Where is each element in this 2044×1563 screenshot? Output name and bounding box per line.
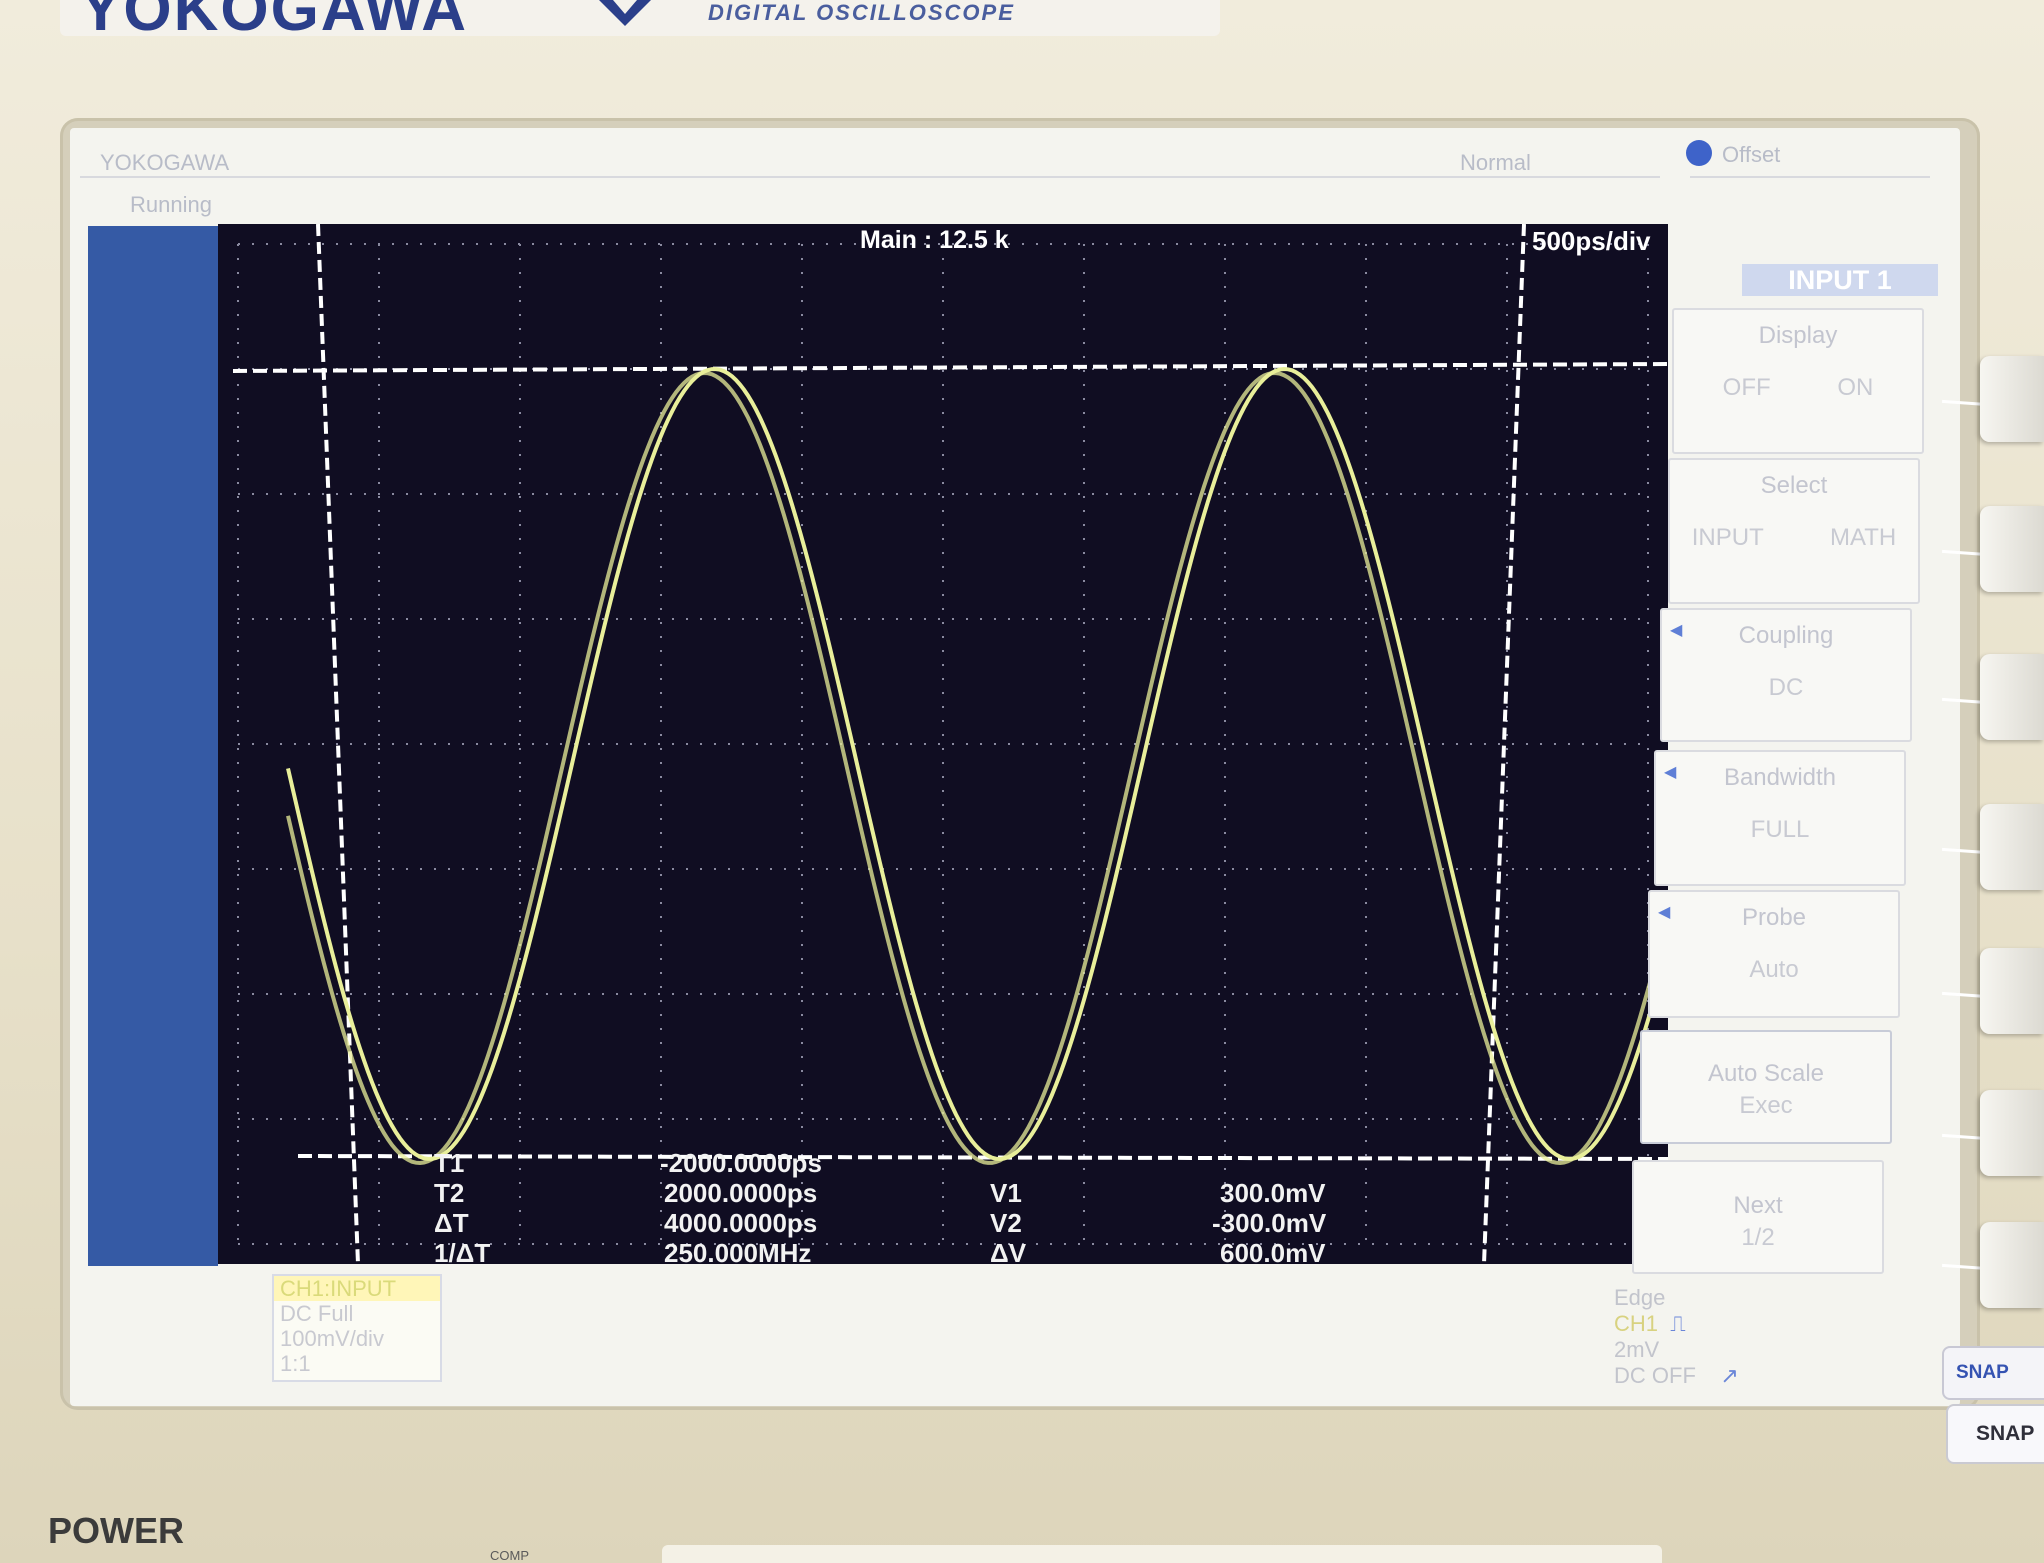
channel-coupling-label: DC Full — [280, 1301, 354, 1326]
t1-label: T1 — [434, 1148, 465, 1178]
v1-value: 300.0mV — [1220, 1178, 1326, 1208]
delta-v-value: 600.0mV — [1220, 1238, 1326, 1268]
menu-item-probe[interactable]: ◀ Probe Auto — [1648, 890, 1900, 1018]
v1-label: V1 — [990, 1178, 1022, 1208]
t2-label: T2 — [434, 1178, 465, 1208]
inv-delta-t-label: 1/ΔT — [434, 1238, 491, 1268]
menu-item-value: FULL — [1750, 816, 1810, 843]
bottom-panel-strip — [662, 1545, 1662, 1563]
waveform-side-panel — [88, 226, 218, 1266]
v2-label: V2 — [990, 1208, 1022, 1238]
brand-logo: YOKOGAWA — [80, 0, 469, 44]
menu-item-value: DC — [1768, 674, 1804, 701]
header-brand: YOKOGAWA — [100, 150, 230, 175]
softkey-4-button[interactable] — [1980, 804, 2044, 890]
menu-item-value: 1/2 — [1741, 1224, 1775, 1251]
snap-button[interactable]: SNAP — [1946, 1404, 2044, 1464]
record-length-label: Main : 12.5 k — [860, 226, 1009, 254]
softkey-1-button[interactable] — [1980, 356, 2044, 442]
menu-item-title: Auto Scale — [1707, 1060, 1825, 1087]
delta-t-value: 4000.0000ps — [664, 1208, 818, 1238]
header-divider-right — [1690, 176, 1930, 178]
snap-clear-button[interactable]: SNAP CLEAR — [1942, 1346, 2044, 1433]
menu-item-title: Select — [1760, 472, 1828, 499]
menu-item-title: Next — [1733, 1192, 1783, 1219]
cursor-readout: T1 -2000.0000ps T2 2000.0000ps ΔT 4000.0… — [300, 1148, 1610, 1268]
t2-value: 2000.0000ps — [664, 1178, 818, 1208]
menu-item-select[interactable]: Select INPUT MATH — [1668, 458, 1920, 604]
submenu-arrow-icon: ◀ — [1664, 764, 1677, 781]
channel-scale-label: 100mV/div — [280, 1326, 384, 1351]
softkey-5-button[interactable] — [1980, 948, 2044, 1034]
softkey-7-button[interactable] — [1980, 1222, 2044, 1308]
header-divider — [80, 176, 1660, 178]
menu-item-next[interactable]: Next 1/2 — [1632, 1160, 1884, 1274]
menu-item-auto-scale[interactable]: Auto Scale Exec — [1640, 1030, 1892, 1144]
waveform-graph — [232, 224, 1668, 1264]
menu-item-value: Exec — [1739, 1092, 1793, 1119]
menu-item-title: Probe — [1741, 904, 1807, 931]
rising-edge-icon: ⎍ — [1664, 1311, 1686, 1336]
offset-indicator-icon — [1686, 140, 1712, 166]
menu-item-title: Bandwidth — [1723, 764, 1837, 791]
channel-probe-label: 1:1 — [280, 1351, 311, 1376]
power-label: POWER — [48, 1510, 185, 1551]
waveform-display — [218, 224, 1668, 1264]
acq-mode-label: Normal — [1460, 150, 1531, 175]
softkey-2-button[interactable] — [1980, 506, 2044, 592]
trigger-type-label: Edge — [1614, 1285, 1666, 1310]
submenu-arrow-icon: ◀ — [1670, 622, 1683, 639]
waveform-trace-shadow — [286, 370, 1668, 1166]
menu-item-value: OFF ON — [1722, 374, 1874, 401]
channel-status-box[interactable]: CH1:INPUT DC Full 100mV/div 1:1 — [272, 1274, 442, 1382]
menu-item-coupling[interactable]: ◀ Coupling DC — [1660, 608, 1912, 742]
comp-label: COMP — [490, 1548, 529, 1563]
trigger-slope-icon: ↗ — [1702, 1363, 1739, 1388]
menu-item-value: INPUT MATH — [1691, 524, 1897, 551]
inv-delta-t-value: 250.000MHz — [664, 1238, 812, 1268]
v2-value: -300.0mV — [1212, 1208, 1327, 1238]
menu-item-title: Display — [1758, 322, 1838, 349]
trigger-level-label: 2mV — [1614, 1337, 1660, 1362]
channel-source-label: CH1:INPUT — [274, 1276, 440, 1301]
delta-v-label: ΔV — [990, 1238, 1027, 1268]
t1-value: -2000.0000ps — [660, 1148, 822, 1178]
model-line-label: DIGITAL OSCILLOSCOPE — [708, 0, 1015, 25]
submenu-arrow-icon: ◀ — [1658, 904, 1671, 921]
menu-item-display[interactable]: Display OFF ON — [1672, 308, 1924, 454]
softkey-6-button[interactable] — [1980, 1090, 2044, 1176]
menu-item-title: Coupling — [1738, 622, 1834, 649]
brand-mark-icon — [599, 0, 651, 26]
trigger-status: Edge CH1 ⎍ 2mV DC OFF ↗ — [1614, 1285, 1739, 1389]
menu-item-bandwidth[interactable]: ◀ Bandwidth FULL — [1654, 750, 1906, 886]
offset-label: Offset — [1722, 142, 1781, 167]
menu-item-value: Auto — [1749, 956, 1799, 983]
trigger-source-label: CH1 — [1614, 1311, 1659, 1336]
softkey-3-button[interactable] — [1980, 654, 2044, 740]
trigger-filter-label: DC OFF — [1614, 1363, 1696, 1388]
cursor-t2-line — [1482, 224, 1526, 1264]
header-run-state: Running — [130, 192, 212, 217]
delta-t-label: ΔT — [434, 1208, 469, 1238]
menu-title: INPUT 1 — [1742, 264, 1938, 296]
time-per-div-label: 500ps/div — [1532, 226, 1651, 256]
